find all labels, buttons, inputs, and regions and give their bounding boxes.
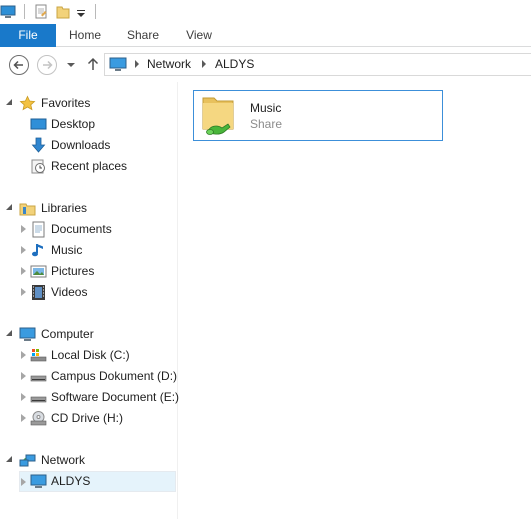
nav-item-campus-dokument-d[interactable]: Campus Dokument (D:) xyxy=(0,366,178,387)
quick-access-toolbar xyxy=(0,0,531,24)
drive-icon xyxy=(30,396,47,403)
toolbar-separator xyxy=(95,4,96,19)
nav-item-label: Pictures xyxy=(51,264,95,278)
nav-item-recent-places[interactable]: Recent places xyxy=(0,156,178,177)
music-note-icon xyxy=(32,244,43,257)
up-arrow-icon[interactable] xyxy=(86,56,100,72)
network-computer-icon xyxy=(30,474,47,488)
network-computer-icon xyxy=(109,57,127,71)
document-icon xyxy=(32,221,45,238)
shared-folder-icon xyxy=(202,97,234,135)
share-item-music[interactable]: Music Share xyxy=(193,90,443,141)
breadcrumb-chevron-icon[interactable] xyxy=(135,60,139,68)
nav-item-cd-drive-h[interactable]: CD Drive (H:) xyxy=(0,408,178,429)
tab-file[interactable]: File xyxy=(0,24,56,47)
nav-item-desktop[interactable]: Desktop xyxy=(0,114,178,135)
properties-icon[interactable] xyxy=(33,3,49,21)
expand-arrow-icon[interactable] xyxy=(21,351,26,359)
expand-arrow-icon[interactable] xyxy=(21,267,26,275)
nav-computer[interactable]: Computer xyxy=(0,324,178,345)
nav-item-music[interactable]: Music xyxy=(0,240,178,261)
tab-home[interactable]: Home xyxy=(63,24,107,47)
computer-icon[interactable] xyxy=(0,3,16,21)
nav-item-software-document-e[interactable]: Software Document (E:) xyxy=(0,387,180,408)
nav-item-label: Local Disk (C:) xyxy=(51,348,130,362)
breadcrumb-aldys[interactable]: ALDYS xyxy=(215,57,254,71)
nav-item-label: Downloads xyxy=(51,138,111,152)
collapse-arrow-icon[interactable] xyxy=(6,99,12,105)
star-icon xyxy=(19,95,36,111)
recent-places-icon xyxy=(31,159,45,174)
nav-section-label: Network xyxy=(41,453,86,467)
network-icon xyxy=(19,454,36,467)
system-drive-icon xyxy=(30,349,47,362)
nav-network[interactable]: Network xyxy=(0,450,178,471)
collapse-arrow-icon[interactable] xyxy=(6,330,12,336)
share-name: Music xyxy=(250,101,282,115)
recent-locations-dropdown-icon[interactable] xyxy=(66,61,76,69)
desktop-icon xyxy=(30,118,47,130)
nav-item-label: Videos xyxy=(51,285,88,299)
pictures-icon xyxy=(30,265,47,278)
nav-section-label: Computer xyxy=(41,327,94,341)
expand-arrow-icon[interactable] xyxy=(21,225,26,233)
film-strip-icon xyxy=(32,285,45,300)
arrow-right-icon xyxy=(43,60,53,70)
expand-arrow-icon[interactable] xyxy=(21,393,26,401)
navigation-bar: Network ALDYS xyxy=(0,47,531,82)
tab-share[interactable]: Share xyxy=(120,24,166,47)
back-button[interactable] xyxy=(9,55,29,75)
breadcrumb-chevron-icon[interactable] xyxy=(202,60,206,68)
content-pane: Music Share xyxy=(179,82,531,519)
expand-arrow-icon[interactable] xyxy=(21,478,26,486)
navigation-pane: Favorites Desktop Downloads Recent place… xyxy=(0,82,180,519)
nav-item-label: Documents xyxy=(51,222,112,236)
expand-arrow-icon[interactable] xyxy=(21,246,26,254)
nav-item-label: Music xyxy=(51,243,83,257)
address-bar[interactable]: Network ALDYS xyxy=(104,53,531,76)
breadcrumb-network[interactable]: Network xyxy=(147,57,191,71)
nav-item-label: Software Document (E:) xyxy=(51,390,180,404)
expand-arrow-icon[interactable] xyxy=(21,288,26,296)
new-folder-icon[interactable] xyxy=(55,3,71,21)
nav-item-local-disk-c[interactable]: Local Disk (C:) xyxy=(0,345,178,366)
nav-section-label: Favorites xyxy=(41,96,91,110)
collapse-arrow-icon[interactable] xyxy=(6,456,12,462)
nav-libraries[interactable]: Libraries xyxy=(0,198,178,219)
nav-item-videos[interactable]: Videos xyxy=(0,282,178,303)
nav-item-downloads[interactable]: Downloads xyxy=(0,135,178,156)
arrow-left-icon xyxy=(13,60,23,70)
nav-item-label: CD Drive (H:) xyxy=(51,411,123,425)
nav-item-aldys[interactable]: ALDYS xyxy=(19,471,176,492)
expand-arrow-icon[interactable] xyxy=(21,414,26,422)
collapse-arrow-icon[interactable] xyxy=(6,204,12,210)
nav-section-label: Libraries xyxy=(41,201,88,215)
nav-favorites[interactable]: Favorites xyxy=(0,93,178,114)
cd-drive-icon xyxy=(30,411,47,426)
nav-item-label: Recent places xyxy=(51,159,128,173)
nav-item-label: Campus Dokument (D:) xyxy=(51,369,178,383)
toolbar-separator xyxy=(24,4,25,19)
nav-item-label: Desktop xyxy=(51,117,96,131)
drive-icon xyxy=(30,375,47,382)
tab-view[interactable]: View xyxy=(178,24,220,47)
forward-button[interactable] xyxy=(37,55,57,75)
ribbon-tabs: File Home Share View xyxy=(0,24,531,47)
computer-icon xyxy=(19,327,36,341)
nav-item-label: ALDYS xyxy=(51,474,91,488)
nav-item-documents[interactable]: Documents xyxy=(0,219,178,240)
download-arrow-icon xyxy=(31,137,46,153)
nav-item-pictures[interactable]: Pictures xyxy=(0,261,178,282)
expand-arrow-icon[interactable] xyxy=(21,372,26,380)
customize-toolbar-icon[interactable] xyxy=(76,3,86,21)
share-type: Share xyxy=(250,117,283,131)
libraries-icon xyxy=(19,203,36,216)
